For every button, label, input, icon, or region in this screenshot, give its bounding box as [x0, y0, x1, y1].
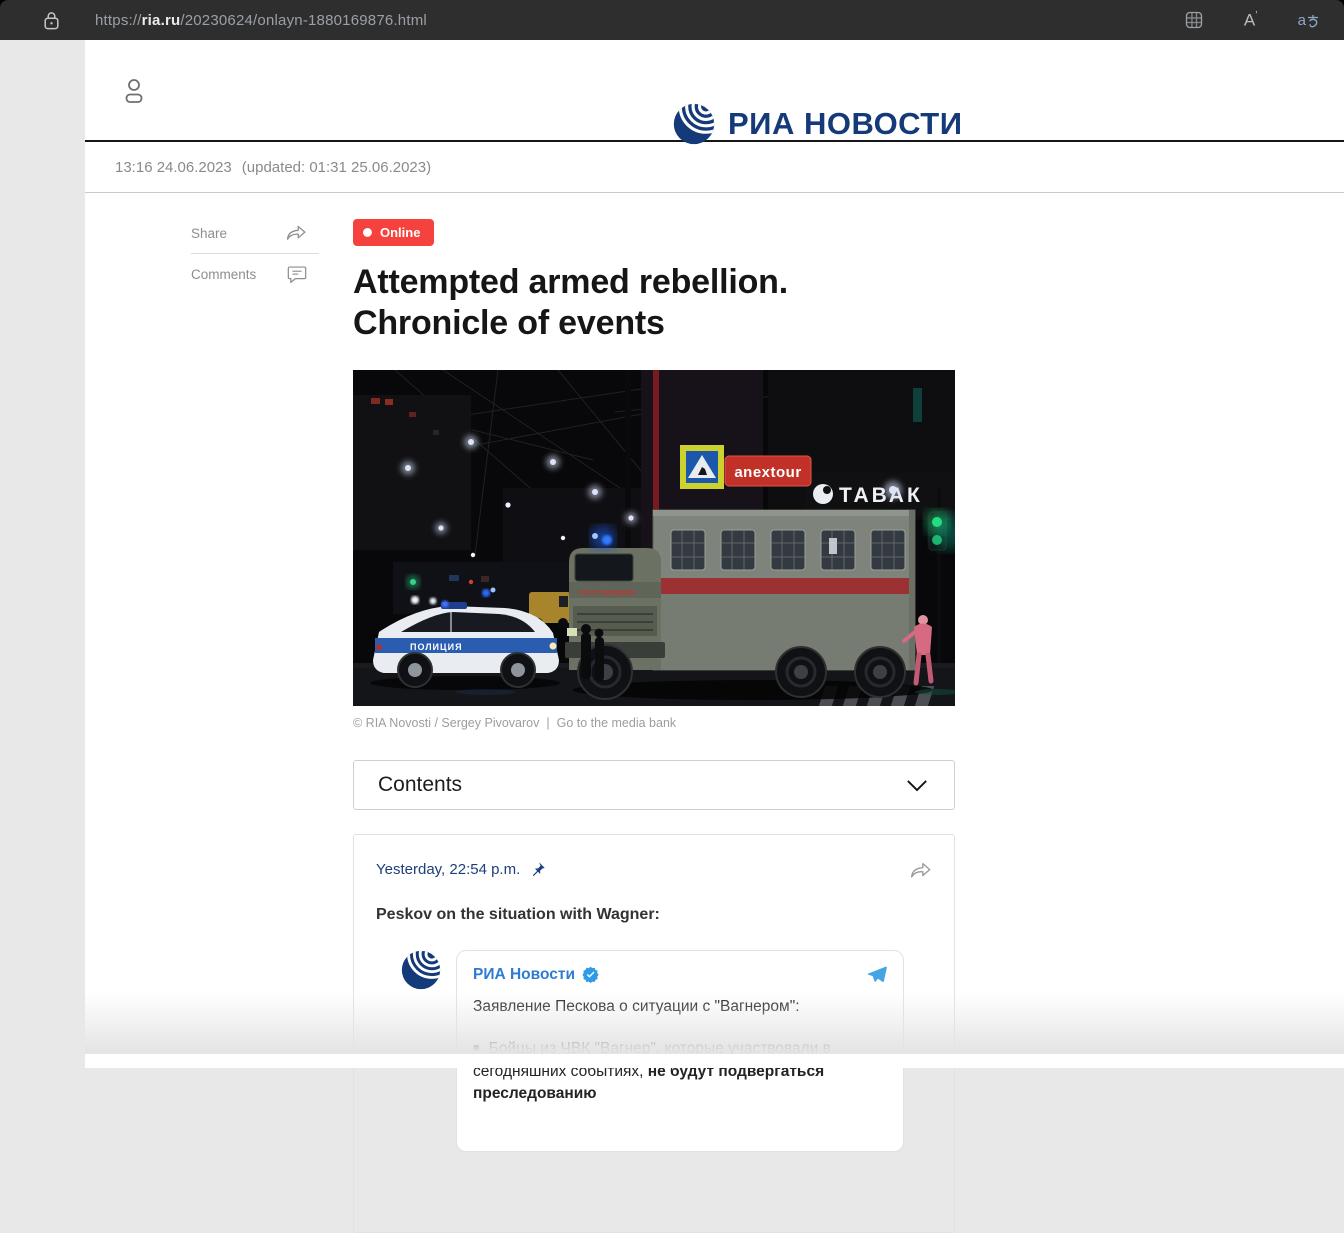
main-column: Online Attempted armed rebellion. Chroni…: [353, 193, 955, 1233]
logo-wordmark: РИА НОВОСТИ: [728, 106, 963, 142]
side-divider: [191, 253, 319, 254]
ssl-lock-icon[interactable]: [44, 11, 59, 30]
svg-text:ТАВАК: ТАВАК: [839, 484, 923, 507]
site-header: РИА НОВОСТИ: [85, 40, 1344, 142]
svg-text:РОСГВАРДИЯ: РОСГВАРДИЯ: [579, 588, 636, 597]
telegram-message-body: ■Бойцы из ЧВК "Вагнер", которые участвов…: [473, 1038, 887, 1105]
contents-label: Contents: [378, 773, 462, 797]
comments-button[interactable]: Comments: [191, 258, 307, 290]
svg-text:ПОЛИЦИЯ: ПОЛИЦИЯ: [410, 642, 463, 652]
media-bank-link[interactable]: Go to the media bank: [557, 716, 677, 730]
live-dot-icon: [363, 228, 372, 237]
url-text[interactable]: https://ria.ru/20230624/onlayn-188016987…: [95, 12, 427, 29]
url-path: /20230624/onlayn-1880169876.html: [180, 12, 427, 29]
url-domain: ria.ru: [142, 12, 181, 29]
online-badge-label: Online: [380, 225, 420, 240]
svg-text:anextour: anextour: [734, 464, 801, 481]
telegram-embed: РИА Новости Заявление Пескова о ситуации…: [376, 950, 932, 1152]
anextour-sign: anextour: [725, 456, 811, 486]
updated-time: (updated: 01:31 25.06.2023): [242, 159, 431, 176]
live-post-card: Yesterday, 22:54 p.m. Peskov on the situ…: [353, 834, 955, 1233]
url-scheme: https://: [95, 12, 142, 29]
side-actions: Share Comments: [191, 217, 307, 290]
channel-avatar: [401, 950, 441, 990]
article-title: Attempted armed rebellion. Chronicle of …: [353, 262, 955, 344]
browser-address-bar[interactable]: https://ria.ru/20230624/onlayn-188016987…: [0, 0, 1344, 40]
ria-globe-icon: [672, 102, 716, 146]
article-content: Share Comments Online Attempted: [85, 193, 1344, 1233]
photo-credit: © RIA Novosti / Sergey Pivovarov: [353, 716, 539, 730]
square-bullet-icon: ■: [473, 1042, 480, 1054]
credit-separator: |: [546, 716, 549, 730]
pin-icon: [529, 861, 546, 878]
share-icon: [286, 224, 307, 242]
bottom-white-strip: [85, 1054, 1344, 1068]
chevron-down-icon: [906, 779, 928, 792]
published-time: 13:16 24.06.2023: [115, 159, 232, 176]
text-size-icon[interactable]: Aʼ: [1244, 10, 1258, 31]
photo-caption: © RIA Novosti / Sergey Pivovarov | Go to…: [353, 716, 955, 730]
crosswalk-sign: [680, 445, 724, 489]
translate-icon[interactable]: a: [1298, 12, 1320, 29]
telegram-plane-icon: [866, 964, 887, 985]
traffic-light: [925, 510, 955, 550]
post-share-icon[interactable]: [910, 861, 932, 880]
post-lead: Peskov on the situation with Wagner:: [376, 906, 932, 924]
telegram-message-intro: Заявление Пескова о ситуации с "Вагнером…: [473, 996, 887, 1018]
share-label: Share: [191, 226, 227, 241]
comments-label: Comments: [191, 267, 256, 282]
ria-novosti-logo[interactable]: РИА НОВОСТИ: [672, 102, 963, 146]
online-badge: Online: [353, 219, 434, 246]
contents-toggle[interactable]: Contents: [353, 760, 955, 810]
tabak-sign: ТАВАК: [805, 473, 955, 515]
hero-photo: ТАВАК anextour: [353, 370, 955, 706]
comments-icon: [287, 265, 307, 284]
page: РИА НОВОСТИ 13:16 24.06.2023 (updated: 0…: [85, 40, 1344, 1068]
article-dateline: 13:16 24.06.2023 (updated: 01:31 25.06.2…: [85, 142, 1344, 193]
channel-name[interactable]: РИА Новости: [473, 966, 575, 984]
collections-grid-icon[interactable]: [1184, 10, 1204, 30]
share-button[interactable]: Share: [191, 217, 307, 249]
post-timestamp[interactable]: Yesterday, 22:54 p.m.: [376, 861, 546, 878]
telegram-quote[interactable]: РИА Новости Заявление Пескова о ситуации…: [456, 950, 904, 1152]
user-profile-icon[interactable]: [122, 77, 146, 105]
verified-badge-icon: [582, 966, 599, 983]
